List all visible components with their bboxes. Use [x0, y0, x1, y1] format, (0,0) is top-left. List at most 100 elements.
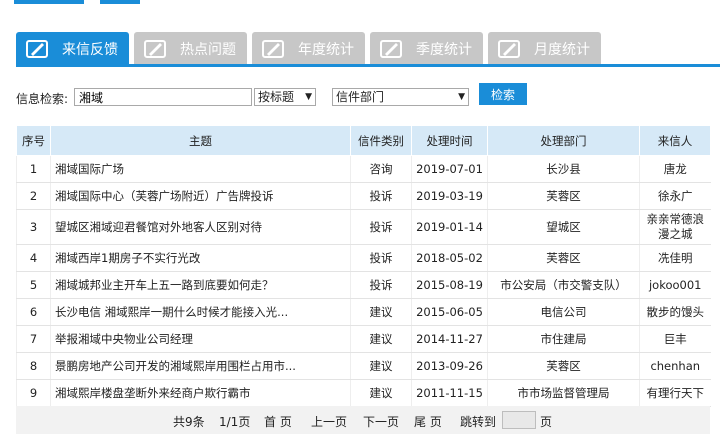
cell-department: 市公安局（市交警支队）: [487, 271, 640, 299]
department-select-value: 信件部门: [336, 90, 385, 104]
cell-sender: 冼佳明: [639, 244, 711, 272]
table-row: 8 景鹏房地产公司开发的湘域熙岸用围栏占用市... 建议 2013-09-26 …: [16, 352, 711, 380]
column-header-category: 信件类别: [350, 125, 412, 156]
column-header-date: 处理时间: [411, 125, 488, 156]
table-row: 2 湘域国际中心（芙蓉广场附近）广告牌投诉 投诉 2019-03-19 芙蓉区 …: [16, 182, 711, 210]
cell-subject-link[interactable]: 湘域国际中心（芙蓉广场附近）广告牌投诉: [50, 182, 351, 210]
cell-index: 9: [16, 379, 51, 407]
search-bar: 信息检索: 按标题 ▼ 信件部门 ▼ 检索: [16, 82, 720, 110]
top-bar-block: [100, 0, 140, 4]
cell-date: 2014-11-27: [411, 325, 488, 353]
table-row: 1 湘域国际广场 咨询 2019-07-01 长沙县 唐龙: [16, 155, 711, 183]
cell-index: 8: [16, 352, 51, 380]
cell-subject-link[interactable]: 湘域熙岸楼盘垄断外来经商户欺行霸市: [50, 379, 351, 407]
cell-department: 长沙县: [487, 155, 640, 183]
search-input[interactable]: [74, 88, 252, 106]
tab-month-stats[interactable]: 月度统计: [488, 32, 601, 66]
cell-department: 望城区: [487, 209, 640, 245]
tab-label: 季度统计: [416, 42, 472, 58]
cell-subject-link[interactable]: 举报湘域中央物业公司经理: [50, 325, 351, 353]
letters-table: 序号 主题 信件类别 处理时间 处理部门 来信人 1 湘域国际广场 咨询 201…: [16, 125, 711, 407]
cell-subject-link[interactable]: 湘域西岸1期房子不实行光改: [50, 244, 351, 272]
cell-department: 芙蓉区: [487, 244, 640, 272]
column-header-subject: 主题: [50, 125, 351, 156]
cell-date: 2019-01-14: [411, 209, 488, 245]
cell-subject-link[interactable]: 望城区湘域迎君餐馆对外地客人区别对待: [50, 209, 351, 245]
column-header-sender: 来信人: [639, 125, 711, 156]
cell-subject-link[interactable]: 景鹏房地产公司开发的湘域熙岸用围栏占用市...: [50, 352, 351, 380]
cell-sender: jokoo001: [639, 271, 711, 299]
table-row: 9 湘域熙岸楼盘垄断外来经商户欺行霸市 建议 2011-11-15 市市场监督管…: [16, 379, 711, 407]
prev-page-link[interactable]: 上一页: [311, 413, 347, 430]
table-row: 4 湘域西岸1期房子不实行光改 投诉 2018-05-02 芙蓉区 冼佳明: [16, 244, 711, 272]
cell-date: 2013-09-26: [411, 352, 488, 380]
page-indicator: 1/1页: [219, 415, 251, 429]
jump-page-input[interactable]: [502, 411, 536, 429]
tab-label: 月度统计: [534, 42, 590, 58]
cell-category: 建议: [350, 352, 412, 380]
table-header-row: 序号 主题 信件类别 处理时间 处理部门 来信人: [16, 125, 711, 156]
cell-index: 3: [16, 209, 51, 245]
tab-underline: [16, 64, 720, 67]
cell-subject-link[interactable]: 湘域城邦业主开车上五一路到底要如何走？: [50, 271, 351, 299]
month-stats-icon: [496, 36, 522, 62]
search-label: 信息检索:: [16, 92, 69, 106]
cell-sender: 唐龙: [639, 155, 711, 183]
quarter-stats-icon: [378, 36, 404, 62]
search-button[interactable]: 检索: [479, 83, 527, 105]
cell-department: 芙蓉区: [487, 182, 640, 210]
department-select[interactable]: 信件部门 ▼: [332, 88, 469, 106]
cell-date: 2015-06-05: [411, 298, 488, 326]
cell-sender: chenhan: [639, 352, 711, 380]
cell-subject-link[interactable]: 长沙电信 湘域熙岸一期什么时候才能接入光...: [50, 298, 351, 326]
annual-stats-icon: [260, 36, 286, 62]
cell-date: 2019-07-01: [411, 155, 488, 183]
cell-category: 投诉: [350, 182, 412, 210]
cell-date: 2011-11-15: [411, 379, 488, 407]
chevron-down-icon: ▼: [305, 92, 312, 102]
chevron-down-icon: ▼: [458, 92, 465, 102]
last-page-link[interactable]: 尾 页: [414, 413, 442, 430]
tab-annual-stats[interactable]: 年度统计: [252, 32, 365, 66]
cell-index: 2: [16, 182, 51, 210]
table-row: 6 长沙电信 湘域熙岸一期什么时候才能接入光... 建议 2015-06-05 …: [16, 298, 711, 326]
tab-label: 来信反馈: [62, 42, 118, 58]
cell-category: 建议: [350, 298, 412, 326]
table-row: 7 举报湘域中央物业公司经理 建议 2014-11-27 市住建局 巨丰: [16, 325, 711, 353]
cell-subject-link[interactable]: 湘域国际广场: [50, 155, 351, 183]
cell-category: 咨询: [350, 155, 412, 183]
cell-department: 市市场监督管理局: [487, 379, 640, 407]
tab-feedback[interactable]: 来信反馈: [16, 32, 129, 66]
tab-label: 热点问题: [180, 42, 236, 58]
tab-hot-topics[interactable]: 热点问题: [134, 32, 247, 66]
cell-date: 2015-08-19: [411, 271, 488, 299]
total-count: 共9条: [173, 415, 205, 429]
next-page-link[interactable]: 下一页: [363, 413, 399, 430]
cell-index: 1: [16, 155, 51, 183]
cell-category: 投诉: [350, 271, 412, 299]
table-row: 5 湘域城邦业主开车上五一路到底要如何走？ 投诉 2015-08-19 市公安局…: [16, 271, 711, 299]
cell-index: 5: [16, 271, 51, 299]
table-row: 3 望城区湘域迎君餐馆对外地客人区别对待 投诉 2019-01-14 望城区 亲…: [16, 209, 711, 245]
page-suffix: 页: [540, 415, 553, 429]
cell-index: 4: [16, 244, 51, 272]
first-page-link[interactable]: 首 页: [264, 413, 292, 430]
cell-sender: 巨丰: [639, 325, 711, 353]
field-select-value: 按标题: [258, 90, 295, 104]
cell-department: 芙蓉区: [487, 352, 640, 380]
jump-label: 跳转到: [460, 415, 497, 429]
cell-sender: 有理行天下: [639, 379, 711, 407]
field-select[interactable]: 按标题 ▼: [254, 88, 316, 106]
cell-category: 建议: [350, 379, 412, 407]
cell-sender: 亲亲常德浪漫之城: [639, 209, 711, 245]
tab-bar: 来信反馈 热点问题 年度统计 季度统计 月度统计: [16, 32, 720, 66]
tab-quarter-stats[interactable]: 季度统计: [370, 32, 483, 66]
cell-index: 7: [16, 325, 51, 353]
cell-category: 投诉: [350, 244, 412, 272]
tab-label: 年度统计: [298, 42, 354, 58]
cell-department: 市住建局: [487, 325, 640, 353]
cell-department: 电信公司: [487, 298, 640, 326]
cell-index: 6: [16, 298, 51, 326]
column-header-index: 序号: [16, 125, 51, 156]
cell-category: 投诉: [350, 209, 412, 245]
